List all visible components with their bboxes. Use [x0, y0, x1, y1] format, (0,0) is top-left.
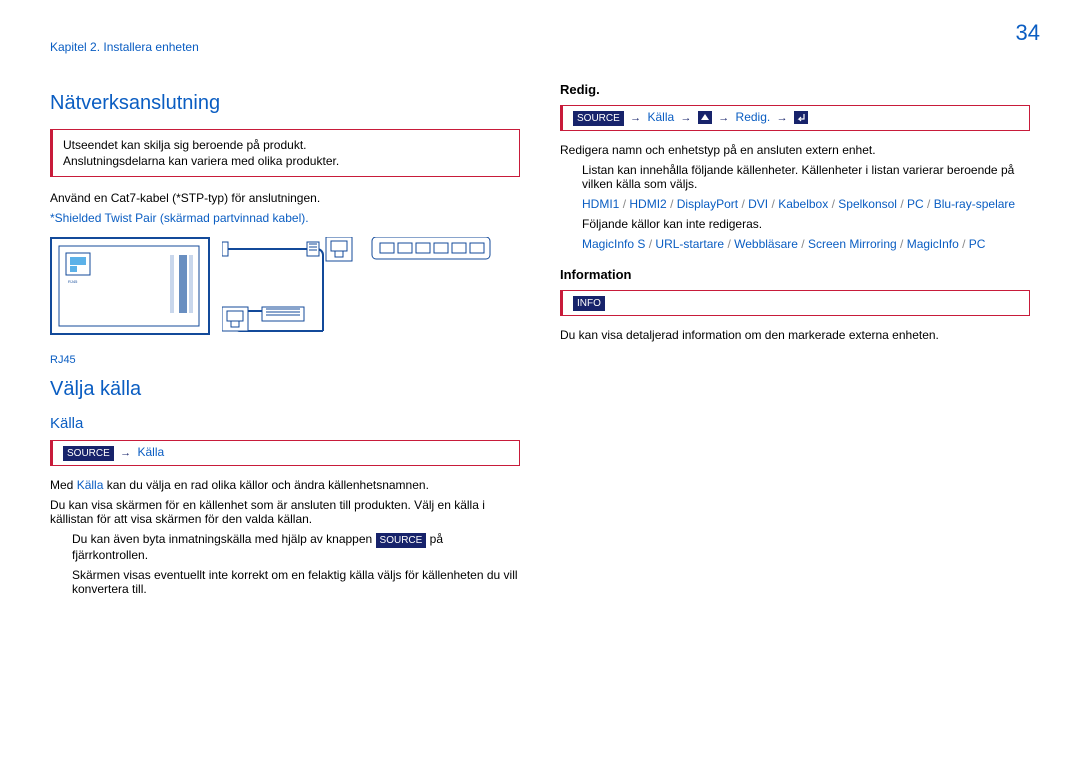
cable-and-router-icon	[222, 237, 502, 347]
info-body: Du kan visa detaljerad information om de…	[560, 328, 1030, 342]
rj45-label: RJ45	[50, 354, 210, 366]
source-key-inline: SOURCE	[376, 533, 427, 548]
network-connection-title: Nätverksanslutning	[50, 92, 520, 115]
arrow-icon: →	[120, 447, 131, 459]
source-list-editable: HDMI1 / HDMI2 / DisplayPort / DVI / Kabe…	[582, 197, 1030, 211]
kalla-note1: Du kan även byta inmatningskälla med hjä…	[72, 532, 520, 562]
info-key: INFO	[573, 296, 605, 311]
redig-body2: Listan kan innehålla följande källenhete…	[582, 163, 1030, 191]
information-title: Information	[560, 267, 1030, 282]
info-notebox: INFO	[560, 290, 1030, 316]
source-subtitle: Källa	[50, 415, 520, 432]
select-source-title: Välja källa	[50, 378, 520, 401]
left-column: Nätverksanslutning Utseendet kan skilja …	[50, 82, 520, 602]
device-illustration: RJ45 RJ45	[50, 237, 520, 366]
redig-notebox: SOURCE → Källa → → Redig. →	[560, 105, 1030, 131]
up-button-icon	[698, 111, 712, 124]
device-rear-icon: RJ45	[50, 237, 210, 347]
enter-button-icon	[794, 111, 808, 124]
right-column: Redig. SOURCE → Källa → → Redig. → Redig…	[560, 82, 1030, 602]
redig-title: Redig.	[560, 82, 1030, 97]
callout-line2: Anslutningsdelarna kan variera med olika…	[63, 154, 509, 168]
cable-note: *Shielded Twist Pair (skärmad partvinnad…	[50, 211, 520, 225]
source-notebox: SOURCE → Källa	[50, 440, 520, 466]
source-key: SOURCE	[63, 446, 114, 461]
source-list-noneditable: MagicInfo S / URL-startare / Webbläsare …	[582, 237, 1030, 251]
page-header: Kapitel 2. Installera enheten 34	[0, 0, 1080, 62]
source-key: SOURCE	[573, 111, 624, 126]
source-breadcrumb-kalla: Källa	[137, 445, 164, 459]
content-columns: Nätverksanslutning Utseendet kan skilja …	[0, 62, 1080, 602]
kalla-body1: Med Källa kan du välja en rad olika käll…	[50, 478, 520, 492]
redig-body1: Redigera namn och enhetstyp på en anslut…	[560, 143, 1030, 157]
redig-body3: Följande källor kan inte redigeras.	[582, 217, 1030, 231]
kalla-body2: Du kan visa skärmen för en källenhet som…	[50, 498, 520, 526]
kalla-note2: Skärmen visas eventuellt inte korrekt om…	[72, 568, 520, 596]
cable-instruction: Använd en Cat7-kabel (*STP-typ) för ansl…	[50, 191, 520, 205]
arrow-icon: →	[777, 112, 788, 124]
breadcrumb-kalla: Källa	[647, 110, 674, 124]
chapter-label: Kapitel 2. Installera enheten	[50, 40, 199, 54]
callout-line1: Utseendet kan skilja sig beroende på pro…	[63, 138, 509, 152]
arrow-icon: →	[718, 112, 729, 124]
page-number: 34	[1016, 20, 1040, 46]
arrow-icon: →	[681, 112, 692, 124]
arrow-icon: →	[630, 112, 641, 124]
network-callout: Utseendet kan skilja sig beroende på pro…	[50, 129, 520, 177]
svg-text:RJ45: RJ45	[68, 279, 78, 284]
breadcrumb-redig: Redig.	[736, 110, 771, 124]
